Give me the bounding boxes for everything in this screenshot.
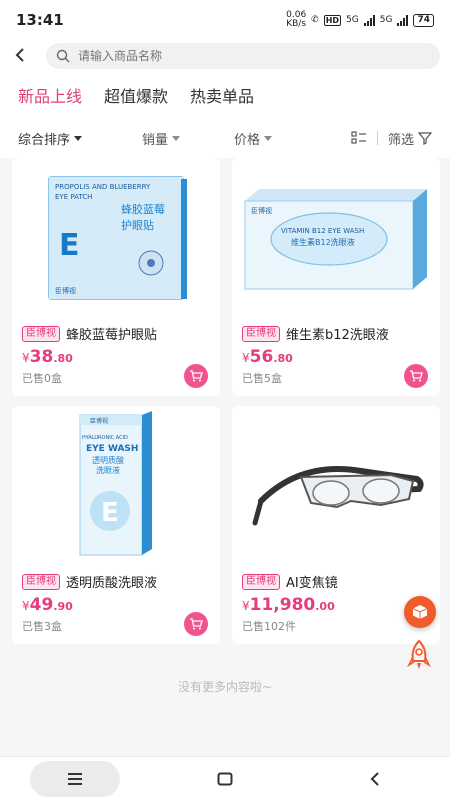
home-button[interactable]	[180, 761, 270, 797]
svg-text:臣博视: 臣博视	[55, 286, 76, 295]
product-grid: PROPOLIS AND BLUEBERRY EYE PATCH 蜂胶蓝莓 护眼…	[12, 158, 440, 644]
net-speed: 0.06 KB/s	[286, 10, 307, 29]
net-type-1: 5G	[346, 15, 359, 25]
sort-price[interactable]: 价格	[234, 129, 273, 148]
product-price: ¥49.90	[22, 595, 73, 615]
floating-rocket-button[interactable]	[404, 638, 434, 672]
product-name: 蜂胶蓝莓护眼贴	[66, 328, 158, 343]
brand-badge: 臣博视	[22, 325, 60, 342]
divider	[376, 131, 378, 145]
svg-text:洗眼液: 洗眼液	[96, 465, 120, 475]
caret-down-icon	[264, 135, 273, 141]
tab-value[interactable]: 超值爆款	[104, 83, 168, 107]
product-image: PROPOLIS AND BLUEBERRY EYE PATCH 蜂胶蓝莓 护眼…	[12, 158, 220, 318]
caret-down-icon	[74, 135, 83, 141]
search-icon	[56, 49, 70, 63]
cart-icon	[190, 370, 203, 382]
product-name: AI变焦镜	[286, 576, 338, 591]
svg-text:EYE PATCH: EYE PATCH	[55, 193, 92, 201]
square-icon	[217, 772, 233, 785]
back-button[interactable]	[330, 761, 420, 797]
product-image	[232, 406, 440, 566]
system-nav-bar	[0, 756, 450, 800]
add-to-cart-button[interactable]	[184, 612, 208, 636]
battery-icon: 74	[413, 13, 434, 27]
product-card[interactable]: 臣博视 HYALURONIC ACID EYE WASH 透明质酸 洗眼液 E …	[12, 406, 220, 644]
product-image: VITAMIN B12 EYE WASH 维生素B12洗眼液 臣博视	[232, 158, 440, 318]
svg-text:E: E	[59, 228, 80, 263]
sort-default[interactable]: 综合排序	[18, 129, 98, 148]
brand-badge: 臣博视	[242, 325, 280, 342]
top-header	[0, 40, 450, 72]
back-icon[interactable]	[14, 44, 34, 68]
caret-down-icon	[172, 135, 181, 141]
svg-text:维生素B12洗眼液: 维生素B12洗眼液	[291, 237, 355, 247]
signal-icon-1	[363, 14, 375, 26]
brand-badge: 臣博视	[242, 573, 280, 590]
menu-icon	[68, 772, 82, 785]
sold-count: 已售102件	[242, 620, 296, 633]
product-price: ¥38.80	[22, 347, 73, 367]
search-input[interactable]	[78, 49, 430, 63]
no-more-text: 没有更多内容啦~	[177, 680, 273, 694]
hd-icon: HD	[323, 14, 342, 26]
sold-count: 已售0盒	[22, 372, 62, 385]
cart-icon	[190, 618, 203, 630]
box-icon	[412, 605, 428, 619]
brand-badge: 臣博视	[22, 573, 60, 590]
svg-text:透明质酸: 透明质酸	[92, 455, 124, 465]
svg-text:E: E	[101, 498, 119, 528]
product-card[interactable]: PROPOLIS AND BLUEBERRY EYE PATCH 蜂胶蓝莓 护眼…	[12, 158, 220, 396]
svg-text:臣博视: 臣博视	[90, 417, 108, 425]
svg-text:蜂胶蓝莓: 蜂胶蓝莓	[121, 202, 165, 216]
back-arrow-icon	[370, 771, 379, 786]
tab-new[interactable]: 新品上线	[18, 83, 82, 107]
sort-sales[interactable]: 销量	[142, 129, 181, 148]
svg-text:臣博视: 臣博视	[251, 206, 272, 215]
add-to-cart-button[interactable]	[184, 364, 208, 388]
filter-button[interactable]: 筛选	[388, 129, 432, 148]
signal-icon-2	[397, 14, 409, 26]
svg-text:VITAMIN B12 EYE WASH: VITAMIN B12 EYE WASH	[281, 227, 364, 235]
svg-text:EYE WASH: EYE WASH	[86, 444, 138, 454]
add-to-cart-button[interactable]	[404, 364, 428, 388]
svg-text:护眼贴: 护眼贴	[121, 218, 154, 232]
category-tabs: 新品上线 超值爆款 热卖单品	[0, 72, 450, 118]
sold-count: 已售3盒	[22, 620, 62, 633]
product-price: ¥56.80	[242, 347, 293, 367]
grid-view-icon[interactable]	[351, 131, 367, 145]
net-type-2: 5G	[379, 15, 393, 25]
search-bar[interactable]	[46, 43, 440, 69]
menu-button[interactable]	[30, 760, 120, 797]
sold-count: 已售5盒	[242, 372, 282, 385]
wifi-call-icon: ✆	[311, 15, 319, 25]
status-bar: 13:41 0.06 KB/s ✆ HD 5G 5G 74	[0, 0, 450, 40]
product-name: 透明质酸洗眼液	[66, 576, 158, 591]
filter-icon	[418, 132, 432, 145]
rocket-icon	[407, 639, 431, 669]
svg-text:HYALURONIC ACID: HYALURONIC ACID	[82, 435, 128, 441]
status-icons: 0.06 KB/s ✆ HD 5G 5G 74	[286, 11, 434, 29]
sort-bar: 综合排序 销量 价格 筛选	[0, 118, 450, 158]
product-name: 维生素b12洗眼液	[286, 328, 389, 343]
svg-text:PROPOLIS AND BLUEBERRY: PROPOLIS AND BLUEBERRY	[55, 183, 151, 191]
product-image: 臣博视 HYALURONIC ACID EYE WASH 透明质酸 洗眼液 E	[12, 406, 220, 566]
tab-hot[interactable]: 热卖单品	[190, 83, 254, 107]
product-card[interactable]: VITAMIN B12 EYE WASH 维生素B12洗眼液 臣博视 臣博视 维…	[232, 158, 440, 396]
status-time: 13:41	[16, 11, 64, 29]
cart-icon	[410, 370, 423, 382]
floating-box-button[interactable]	[404, 596, 436, 628]
